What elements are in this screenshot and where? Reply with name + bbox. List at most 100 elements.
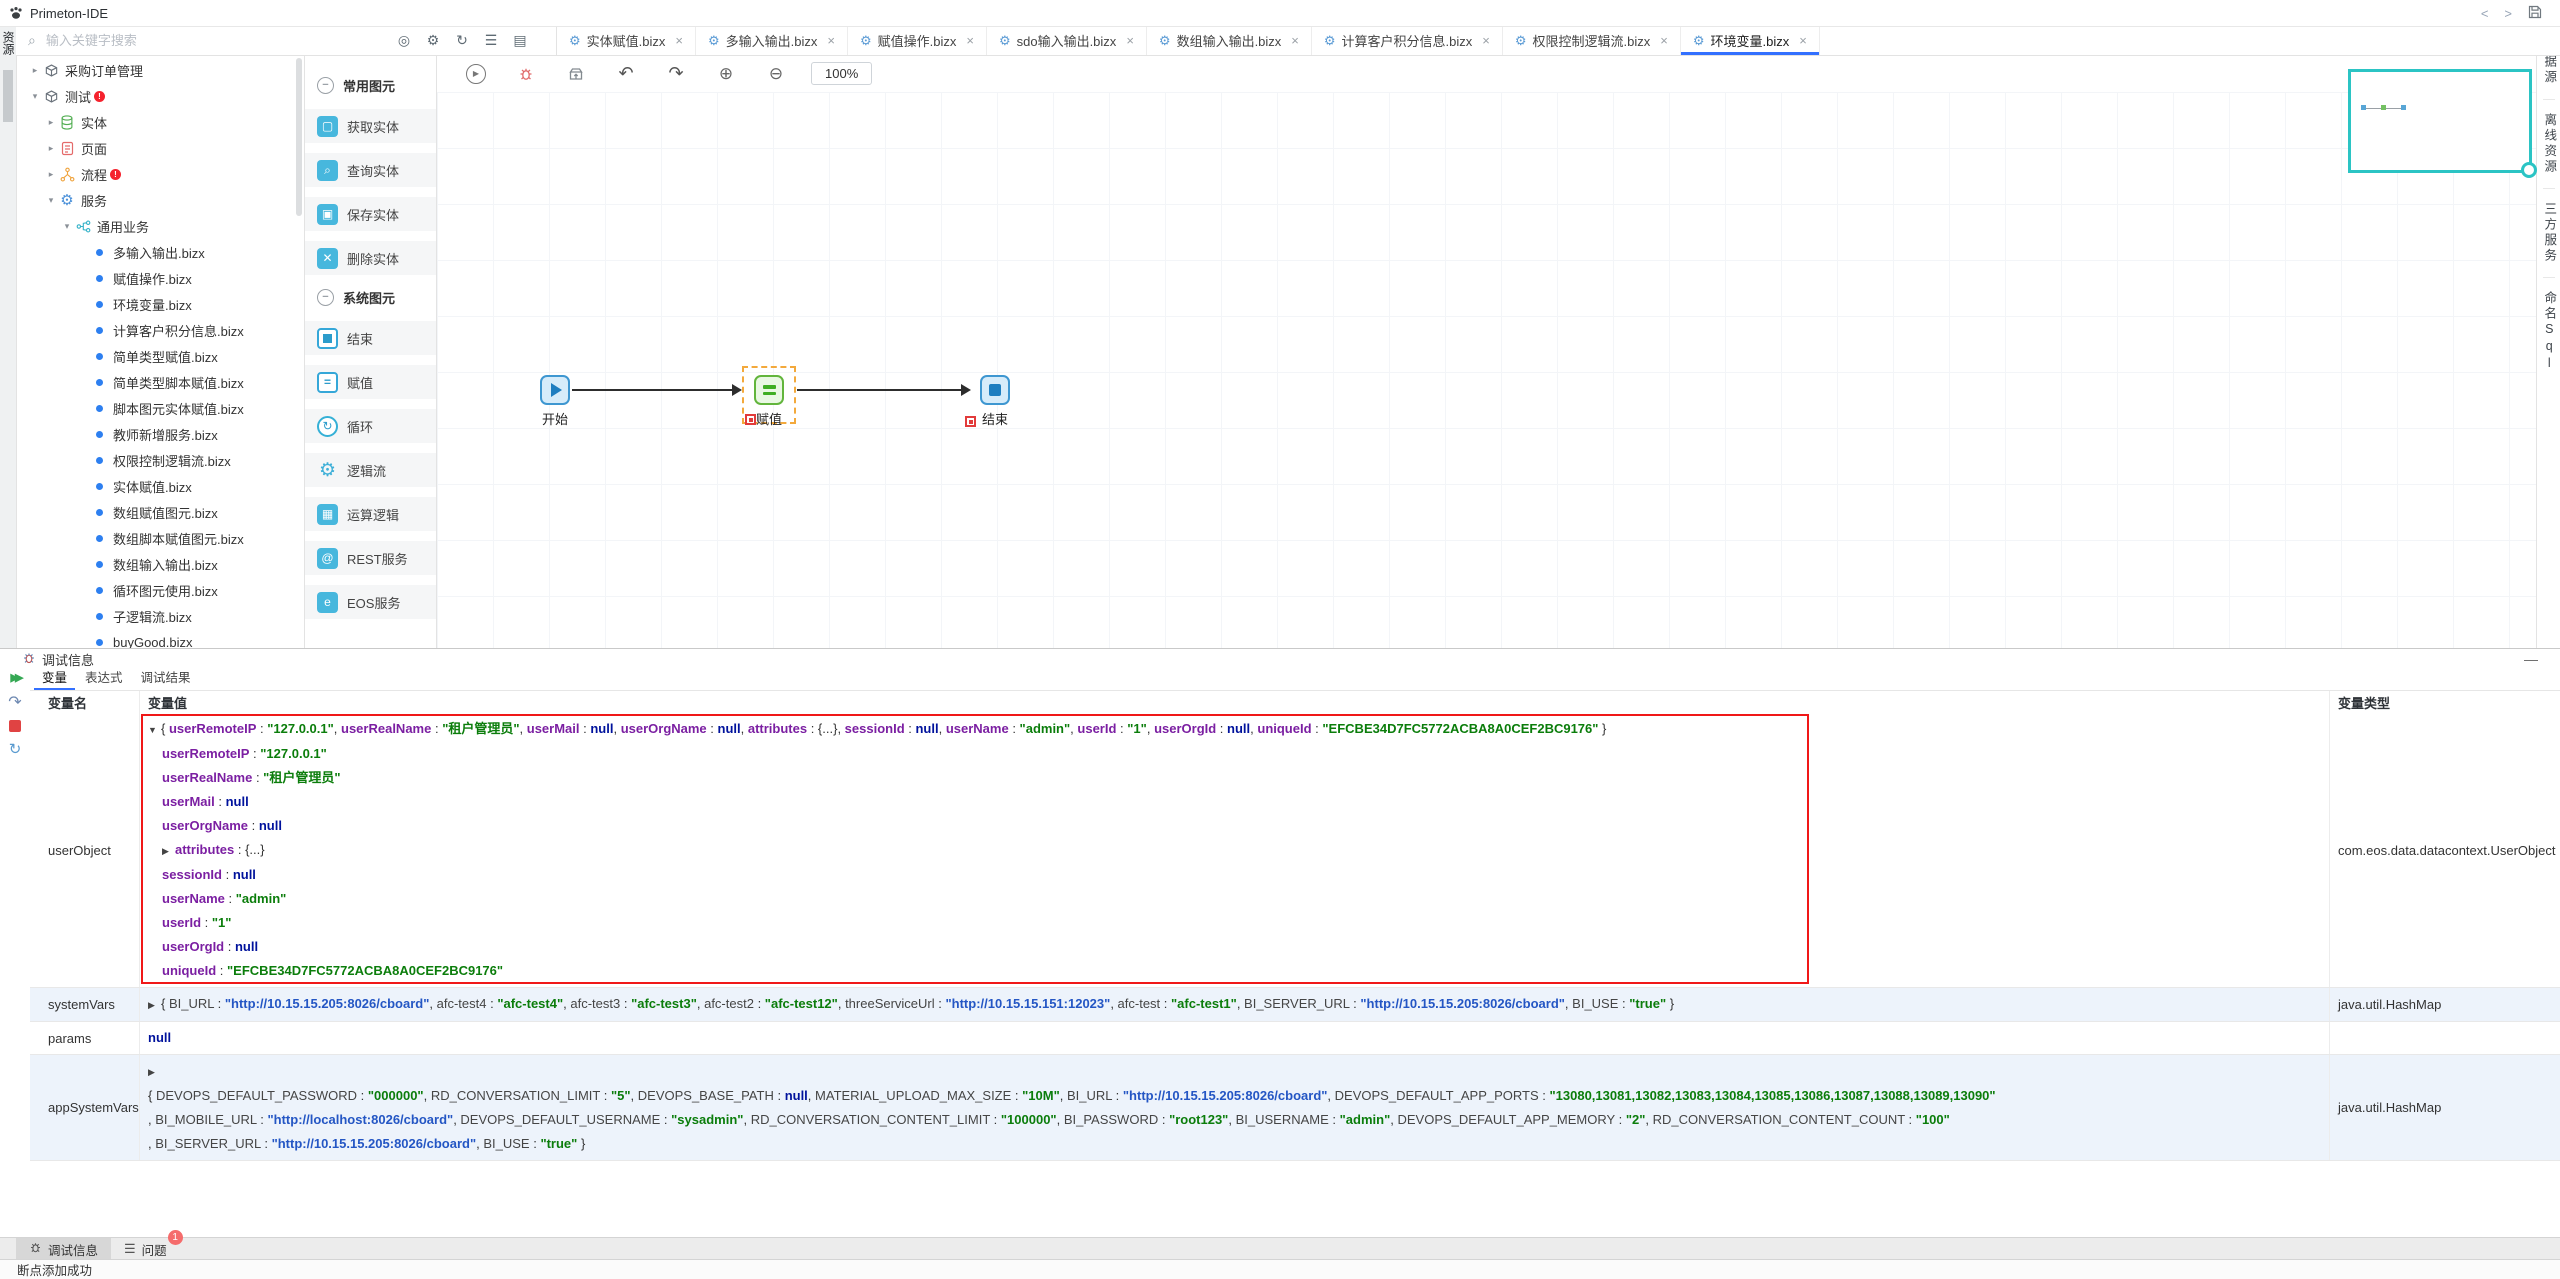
- editor-tab-8[interactable]: ⚙环境变量.bizx×: [1681, 26, 1820, 55]
- chevron-right-icon[interactable]: ▸: [44, 169, 58, 180]
- zoom-in-icon[interactable]: ⊕: [701, 64, 751, 84]
- editor-tab-3[interactable]: ⚙赋值操作.bizx×: [848, 26, 987, 55]
- node-end[interactable]: [980, 375, 1010, 405]
- undo-icon[interactable]: ↶: [601, 63, 651, 84]
- tree-item-简单类型脚本赋值.bizx[interactable]: 简单类型脚本赋值.bizx: [16, 369, 304, 395]
- tree-item-脚本图元实体赋值.bizx[interactable]: 脚本图元实体赋值.bizx: [16, 395, 304, 421]
- node-assign[interactable]: [754, 375, 784, 405]
- close-icon[interactable]: ×: [1126, 33, 1134, 48]
- canvas-grid[interactable]: 开始 赋值 结束: [437, 92, 2536, 648]
- tree-item-环境变量.bizx[interactable]: 环境变量.bizx: [16, 291, 304, 317]
- debug-tab-变量[interactable]: 变量: [34, 667, 75, 690]
- editor-tab-5[interactable]: ⚙数组输入输出.bizx×: [1147, 26, 1312, 55]
- tree-item-子逻辑流.bizx[interactable]: 子逻辑流.bizx: [16, 603, 304, 629]
- collapse-arrow-icon[interactable]: ▶: [148, 993, 161, 1017]
- rail-tab-三方服务[interactable]: 三方服务: [2543, 189, 2556, 278]
- chevron-right-icon[interactable]: ▸: [44, 143, 58, 154]
- redo-icon[interactable]: ↷: [651, 63, 701, 84]
- tree-item-实体赋值.bizx[interactable]: 实体赋值.bizx: [16, 473, 304, 499]
- tree-item-测试[interactable]: ▾测试!: [16, 83, 304, 109]
- collapse-icon[interactable]: −: [317, 289, 334, 306]
- close-icon[interactable]: ×: [1660, 33, 1668, 48]
- minimize-icon[interactable]: —: [2524, 651, 2538, 667]
- rail-tab-resources[interactable]: 资源: [0, 31, 16, 55]
- chevron-down-icon[interactable]: ▾: [28, 91, 42, 102]
- edge-assign-to-end[interactable]: [797, 389, 969, 391]
- step-over-icon[interactable]: ↷: [8, 692, 21, 712]
- palette-item-EOS服务[interactable]: eEOS服务: [305, 585, 436, 619]
- editor-tab-6[interactable]: ⚙计算客户积分信息.bizx×: [1312, 26, 1503, 55]
- bottom-tab-调试信息[interactable]: 调试信息: [16, 1238, 111, 1260]
- tree-item-服务[interactable]: ▾⚙服务: [16, 187, 304, 213]
- tree-item-页面[interactable]: ▸页面: [16, 135, 304, 161]
- chevron-right-icon[interactable]: ▸: [28, 65, 42, 76]
- editor-tab-4[interactable]: ⚙sdo输入输出.bizx×: [987, 26, 1147, 55]
- palette-item-结束[interactable]: 结束: [305, 321, 436, 355]
- restart-icon[interactable]: ↻: [9, 740, 22, 758]
- tree-item-数组脚本赋值图元.bizx[interactable]: 数组脚本赋值图元.bizx: [16, 525, 304, 551]
- tree-item-通用业务[interactable]: ▾通用业务: [16, 213, 304, 239]
- settings-icon[interactable]: ⚙: [425, 32, 441, 49]
- palette-item-逻辑流[interactable]: ⚙逻辑流: [305, 453, 436, 487]
- var-value[interactable]: ▶{ BI_URL : "http://10.15.15.205:8026/cb…: [140, 988, 2330, 1021]
- close-icon[interactable]: ×: [675, 33, 683, 48]
- debug-tab-表达式[interactable]: 表达式: [77, 667, 131, 690]
- breakpoint-marker[interactable]: [745, 414, 756, 425]
- minimap[interactable]: [2348, 69, 2532, 173]
- palette-item-循环[interactable]: ↻循环: [305, 409, 436, 443]
- palette-item-查询实体[interactable]: ⌕查询实体: [305, 153, 436, 187]
- bottom-tab-问题[interactable]: ☰问题1: [111, 1238, 180, 1260]
- palette-section-系统图元[interactable]: −系统图元: [305, 283, 436, 311]
- tree-item-数组输入输出.bizx[interactable]: 数组输入输出.bizx: [16, 551, 304, 577]
- tree-item-权限控制逻辑流.bizx[interactable]: 权限控制逻辑流.bizx: [16, 447, 304, 473]
- close-icon[interactable]: ×: [1291, 33, 1299, 48]
- node-start[interactable]: [540, 375, 570, 405]
- collapse-icon[interactable]: −: [317, 77, 334, 94]
- tree-scrollbar[interactable]: [296, 58, 302, 216]
- docs-icon[interactable]: ▤: [512, 32, 528, 49]
- save-icon[interactable]: [2528, 5, 2542, 22]
- tree-item-流程[interactable]: ▸流程!: [16, 161, 304, 187]
- zoom-out-icon[interactable]: ⊖: [751, 64, 801, 84]
- palette-item-保存实体[interactable]: ▣保存实体: [305, 197, 436, 231]
- tree-item-教师新增服务.bizx[interactable]: 教师新增服务.bizx: [16, 421, 304, 447]
- chevron-down-icon[interactable]: ▾: [44, 195, 58, 206]
- tree-item-buyGood.bizx[interactable]: buyGood.bizx: [16, 629, 304, 648]
- rail-tab-离线资源[interactable]: 离线资源: [2543, 100, 2556, 189]
- refresh-icon[interactable]: ↻: [454, 32, 470, 49]
- search-input[interactable]: [44, 32, 268, 49]
- expand-arrow-icon[interactable]: ▼: [148, 718, 161, 742]
- palette-item-获取实体[interactable]: ▢获取实体: [305, 109, 436, 143]
- palette-section-常用图元[interactable]: −常用图元: [305, 71, 436, 99]
- ai-icon[interactable]: ◎: [396, 32, 412, 49]
- resume-icon[interactable]: ▶▶: [11, 671, 20, 684]
- minimap-resize-handle[interactable]: [2521, 162, 2537, 178]
- palette-item-删除实体[interactable]: ✕删除实体: [305, 241, 436, 275]
- palette-item-运算逻辑[interactable]: ▦运算逻辑: [305, 497, 436, 531]
- debug-tab-调试结果[interactable]: 调试结果: [133, 667, 199, 690]
- collapse-arrow-icon[interactable]: ▶: [162, 839, 175, 863]
- editor-tab-7[interactable]: ⚙权限控制逻辑流.bizx×: [1503, 26, 1681, 55]
- close-icon[interactable]: ×: [1799, 33, 1807, 48]
- editor-tab-2[interactable]: ⚙多输入输出.bizx×: [696, 26, 848, 55]
- var-value[interactable]: ▼{ userRemoteIP : "127.0.0.1", userRealN…: [140, 713, 2330, 987]
- var-value[interactable]: ▶{ DEVOPS_DEFAULT_PASSWORD : "000000", R…: [140, 1055, 2330, 1160]
- debug-run-icon[interactable]: ▶: [451, 64, 501, 84]
- editor-tab-1[interactable]: ⚙实体赋值.bizx×: [557, 26, 696, 55]
- close-icon[interactable]: ×: [966, 33, 974, 48]
- chevron-right-icon[interactable]: ▸: [44, 117, 58, 128]
- breakpoint-marker[interactable]: [965, 416, 976, 427]
- debug-breakpoint-icon[interactable]: [501, 66, 551, 82]
- close-icon[interactable]: ×: [1482, 33, 1490, 48]
- var-value[interactable]: null: [140, 1022, 2330, 1054]
- tree-item-数组赋值图元.bizx[interactable]: 数组赋值图元.bizx: [16, 499, 304, 525]
- chevron-down-icon[interactable]: ▾: [60, 221, 74, 232]
- tree-item-实体[interactable]: ▸实体: [16, 109, 304, 135]
- debug-deploy-icon[interactable]: [551, 66, 601, 82]
- tree-item-循环图元使用.bizx[interactable]: 循环图元使用.bizx: [16, 577, 304, 603]
- list-icon[interactable]: ☰: [483, 32, 499, 49]
- back-icon[interactable]: <: [2481, 6, 2489, 21]
- tree-item-采购订单管理[interactable]: ▸采购订单管理: [16, 57, 304, 83]
- edge-start-to-assign[interactable]: [572, 389, 740, 391]
- collapse-arrow-icon[interactable]: ▶: [148, 1060, 161, 1084]
